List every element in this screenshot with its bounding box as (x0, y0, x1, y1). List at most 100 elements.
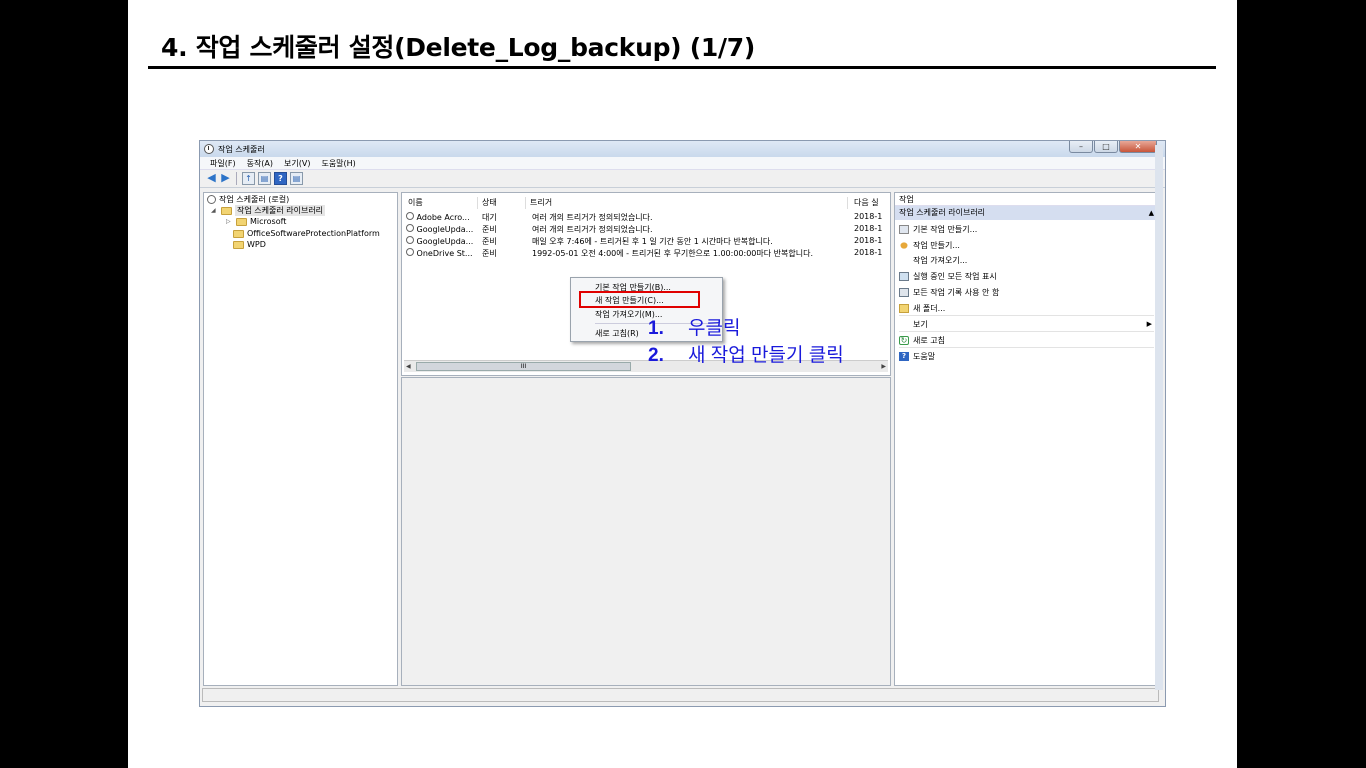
forward-arrow-icon[interactable]: ▶ (220, 172, 231, 185)
import-task-icon (899, 256, 909, 265)
action-new-folder[interactable]: 새 폴더... (899, 302, 945, 314)
window-title: 작업 스케줄러 (218, 144, 265, 154)
action-label: 실행 중인 모든 작업 표시 (913, 271, 997, 281)
view-icon (899, 320, 909, 329)
show-hide-tree-icon[interactable]: ▤ (258, 172, 271, 185)
table-row[interactable]: GoogleUpda... 준비 여러 개의 트리거가 정의되었습니다. 201… (404, 224, 888, 236)
task-name: GoogleUpda... (416, 225, 474, 234)
menu-action[interactable]: 동작(A) (247, 158, 273, 169)
navigation-tree: 작업 스케줄러 (로컬) ◢ 작업 스케줄러 라이브러리 ▷ Microsoft… (203, 192, 398, 686)
action-label: 도움말 (913, 351, 936, 361)
help-icon: ? (899, 351, 909, 361)
tree-child-label: WPD (247, 240, 266, 249)
annotation-step1: 1. 우클릭 (648, 313, 740, 340)
action-view[interactable]: 보기 ▶ (899, 318, 1152, 330)
new-folder-icon (899, 303, 909, 313)
task-clock-icon (406, 212, 414, 220)
scroll-right-icon[interactable]: ▶ (881, 361, 886, 372)
task-next-run: 2018-1 (854, 248, 883, 257)
toolbar: ◀ ▶ ↑ ▤ ? ▤ (200, 170, 1165, 188)
annotation-step2: 2. 새 작업 만들기 클릭 (648, 340, 844, 367)
show-hide-action-icon[interactable]: ▤ (290, 172, 303, 185)
task-next-run: 2018-1 (854, 236, 883, 245)
window-titlebar: 작업 스케줄러 – □ ✕ (200, 141, 1165, 157)
refresh-icon: ↻ (899, 335, 909, 345)
tree-root-label: 작업 스케줄러 (로컬) (219, 195, 290, 204)
collapse-triangle-icon[interactable]: ▷ (226, 218, 233, 225)
tree-item-library[interactable]: ◢ 작업 스케줄러 라이브러리 (211, 205, 326, 216)
task-name: GoogleUpda... (416, 237, 474, 246)
action-create-basic-task[interactable]: 기본 작업 만들기... (899, 223, 977, 235)
ctx-refresh[interactable]: 새로 고침(R) (595, 328, 639, 339)
menu-help[interactable]: 도움말(H) (321, 158, 355, 169)
action-display-running[interactable]: 실행 중인 모든 작업 표시 (899, 270, 997, 282)
task-detail-pane (401, 377, 891, 686)
up-folder-icon[interactable]: ↑ (242, 172, 255, 185)
basic-task-icon (899, 224, 909, 234)
actions-pane: 작업 작업 스케줄러 라이브러리 ▲ 기본 작업 만들기... 작업 만들기..… (894, 192, 1161, 686)
action-label: 작업 만들기... (913, 240, 960, 250)
action-disable-history[interactable]: 모든 작업 기록 사용 안 함 (899, 286, 999, 298)
column-header-name[interactable]: 이름 (404, 197, 478, 209)
minimize-button[interactable]: – (1069, 141, 1093, 153)
window-edge (1155, 145, 1163, 690)
history-icon (899, 287, 909, 297)
task-status: 준비 (482, 225, 497, 234)
clock-icon (207, 195, 216, 204)
action-label: 모든 작업 기록 사용 안 함 (913, 287, 1000, 297)
task-trigger: 1992-05-01 오전 4:00에 - 트리거된 후 무기한으로 1.00:… (532, 249, 813, 258)
collapse-caret-icon[interactable]: ▲ (1149, 206, 1154, 220)
tree-item-root[interactable]: 작업 스케줄러 (로컬) (207, 194, 289, 205)
column-header-next-run[interactable]: 다음 실 (850, 197, 886, 209)
menu-bar: 파일(F) 동작(A) 보기(V) 도움말(H) (200, 157, 1165, 170)
annotation-step1-number: 1. (648, 318, 664, 339)
maximize-button[interactable]: □ (1094, 141, 1118, 153)
highlight-box (579, 291, 700, 308)
slide-title: 4. 작업 스케줄러 설정(Delete_Log_backup) (1/7) (161, 33, 755, 62)
folder-icon (236, 217, 247, 226)
scroll-thumb[interactable]: III (416, 362, 631, 371)
action-label: 작업 가져오기... (913, 255, 968, 265)
task-status: 준비 (482, 237, 497, 246)
task-status: 대기 (482, 213, 497, 222)
task-next-run: 2018-1 (854, 224, 883, 233)
task-name: OneDrive St... (416, 249, 473, 258)
task-scheduler-window: 작업 스케줄러 – □ ✕ 파일(F) 동작(A) 보기(V) 도움말(H) ◀… (199, 140, 1166, 707)
table-row[interactable]: GoogleUpda... 준비 매일 오후 7:46에 - 트리거된 후 1 … (404, 236, 888, 248)
clock-icon (204, 144, 214, 154)
actions-group-header[interactable]: 작업 스케줄러 라이브러리 ▲ (895, 206, 1160, 220)
close-button[interactable]: ✕ (1119, 141, 1157, 153)
table-row[interactable]: OneDrive St... 준비 1992-05-01 오전 4:00에 - … (404, 248, 888, 260)
action-import-task[interactable]: 작업 가져오기... (899, 254, 967, 266)
task-trigger: 여러 개의 트리거가 정의되었습니다. (532, 213, 653, 222)
running-tasks-icon (899, 271, 909, 281)
table-row[interactable]: Adobe Acro... 대기 여러 개의 트리거가 정의되었습니다. 201… (404, 212, 888, 224)
task-trigger: 매일 오후 7:46에 - 트리거된 후 1 일 기간 동안 1 시간마다 반복… (532, 237, 773, 246)
column-header-trigger[interactable]: 트리거 (526, 197, 848, 209)
tree-item-microsoft[interactable]: ▷ Microsoft (226, 216, 286, 227)
task-clock-icon (406, 248, 414, 256)
help-icon[interactable]: ? (274, 172, 287, 185)
task-status: 준비 (482, 249, 497, 258)
menu-file[interactable]: 파일(F) (210, 158, 236, 169)
action-help[interactable]: ? 도움말 (899, 350, 935, 362)
actions-separator (899, 315, 1154, 316)
menu-view[interactable]: 보기(V) (284, 158, 310, 169)
action-create-task[interactable]: 작업 만들기... (899, 239, 960, 251)
tree-item-wpd[interactable]: WPD (233, 239, 266, 250)
column-header-status[interactable]: 상태 (478, 197, 526, 209)
tree-library-label: 작업 스케줄러 라이브러리 (235, 205, 326, 216)
back-arrow-icon[interactable]: ◀ (206, 172, 217, 185)
actions-group-label: 작업 스케줄러 라이브러리 (899, 208, 986, 217)
task-name: Adobe Acro... (416, 213, 470, 222)
tree-item-ospp[interactable]: OfficeSoftwareProtectionPlatform (233, 228, 380, 239)
annotation-step1-text: 우클릭 (688, 318, 741, 339)
scroll-left-icon[interactable]: ◀ (406, 361, 411, 372)
title-divider (148, 66, 1216, 69)
action-label: 새로 고침 (913, 335, 945, 345)
expand-triangle-icon[interactable]: ◢ (211, 207, 218, 214)
action-refresh[interactable]: ↻ 새로 고침 (899, 334, 945, 346)
task-trigger: 여러 개의 트리거가 정의되었습니다. (532, 225, 653, 234)
task-clock-icon (406, 224, 414, 232)
folder-icon (233, 229, 244, 238)
